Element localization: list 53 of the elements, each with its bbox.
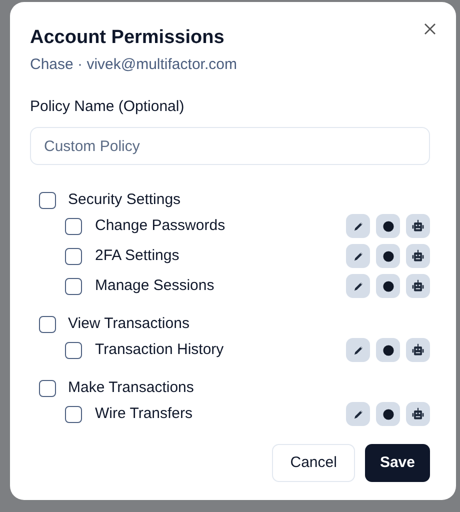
pencil-button[interactable] <box>346 338 370 362</box>
save-button[interactable]: Save <box>364 444 430 482</box>
group-label: Make Transactions <box>68 378 194 398</box>
pencil-icon <box>352 408 364 420</box>
pencil-icon <box>352 220 364 232</box>
pencil-button[interactable] <box>346 214 370 238</box>
checkbox[interactable] <box>39 316 56 332</box>
checkbox[interactable] <box>65 406 82 422</box>
checkbox[interactable] <box>65 342 82 358</box>
robot-button[interactable] <box>406 274 430 298</box>
circle-button[interactable] <box>376 214 400 238</box>
robot-icon <box>411 249 425 263</box>
pencil-icon <box>352 280 364 292</box>
group-label: Security Settings <box>68 190 181 210</box>
circle-button[interactable] <box>376 274 400 298</box>
dialog-title: Account Permissions <box>30 26 226 50</box>
circle-button[interactable] <box>376 338 400 362</box>
permission-label: Manage Sessions <box>95 276 214 296</box>
pencil-button[interactable] <box>346 402 370 426</box>
robot-button[interactable] <box>406 338 430 362</box>
checkbox[interactable] <box>65 278 82 294</box>
robot-icon <box>411 343 425 357</box>
group-label: View Transactions <box>68 314 190 334</box>
robot-button[interactable] <box>406 244 430 268</box>
circle-icon <box>382 220 394 232</box>
circle-icon <box>382 280 394 292</box>
circle-button[interactable] <box>376 402 400 426</box>
dialog-subtitle: Chase · vivek@multifactor.com <box>30 56 238 74</box>
robot-button[interactable] <box>406 214 430 238</box>
cancel-button[interactable]: Cancel <box>272 444 355 482</box>
pencil-icon <box>352 344 364 356</box>
circle-icon <box>382 344 394 356</box>
permission-label: Wire Transfers <box>95 404 193 424</box>
robot-icon <box>411 219 425 233</box>
robot-icon <box>411 279 425 293</box>
circle-icon <box>382 408 394 420</box>
policy-name-field[interactable]: Custom Policy <box>30 127 430 165</box>
permission-label: Transaction History <box>95 340 224 360</box>
permission-label: 2FA Settings <box>95 246 180 266</box>
pencil-button[interactable] <box>346 274 370 298</box>
circle-icon <box>382 250 394 262</box>
close-icon[interactable] <box>424 23 436 35</box>
checkbox[interactable] <box>39 192 56 208</box>
circle-button[interactable] <box>376 244 400 268</box>
checkbox[interactable] <box>39 380 56 396</box>
robot-button[interactable] <box>406 402 430 426</box>
robot-icon <box>411 407 425 421</box>
pencil-button[interactable] <box>346 244 370 268</box>
checkbox[interactable] <box>65 248 82 264</box>
checkbox[interactable] <box>65 218 82 234</box>
permission-label: Change Passwords <box>95 216 226 236</box>
pencil-icon <box>352 250 364 262</box>
field-label: Policy Name (Optional) <box>30 98 186 116</box>
